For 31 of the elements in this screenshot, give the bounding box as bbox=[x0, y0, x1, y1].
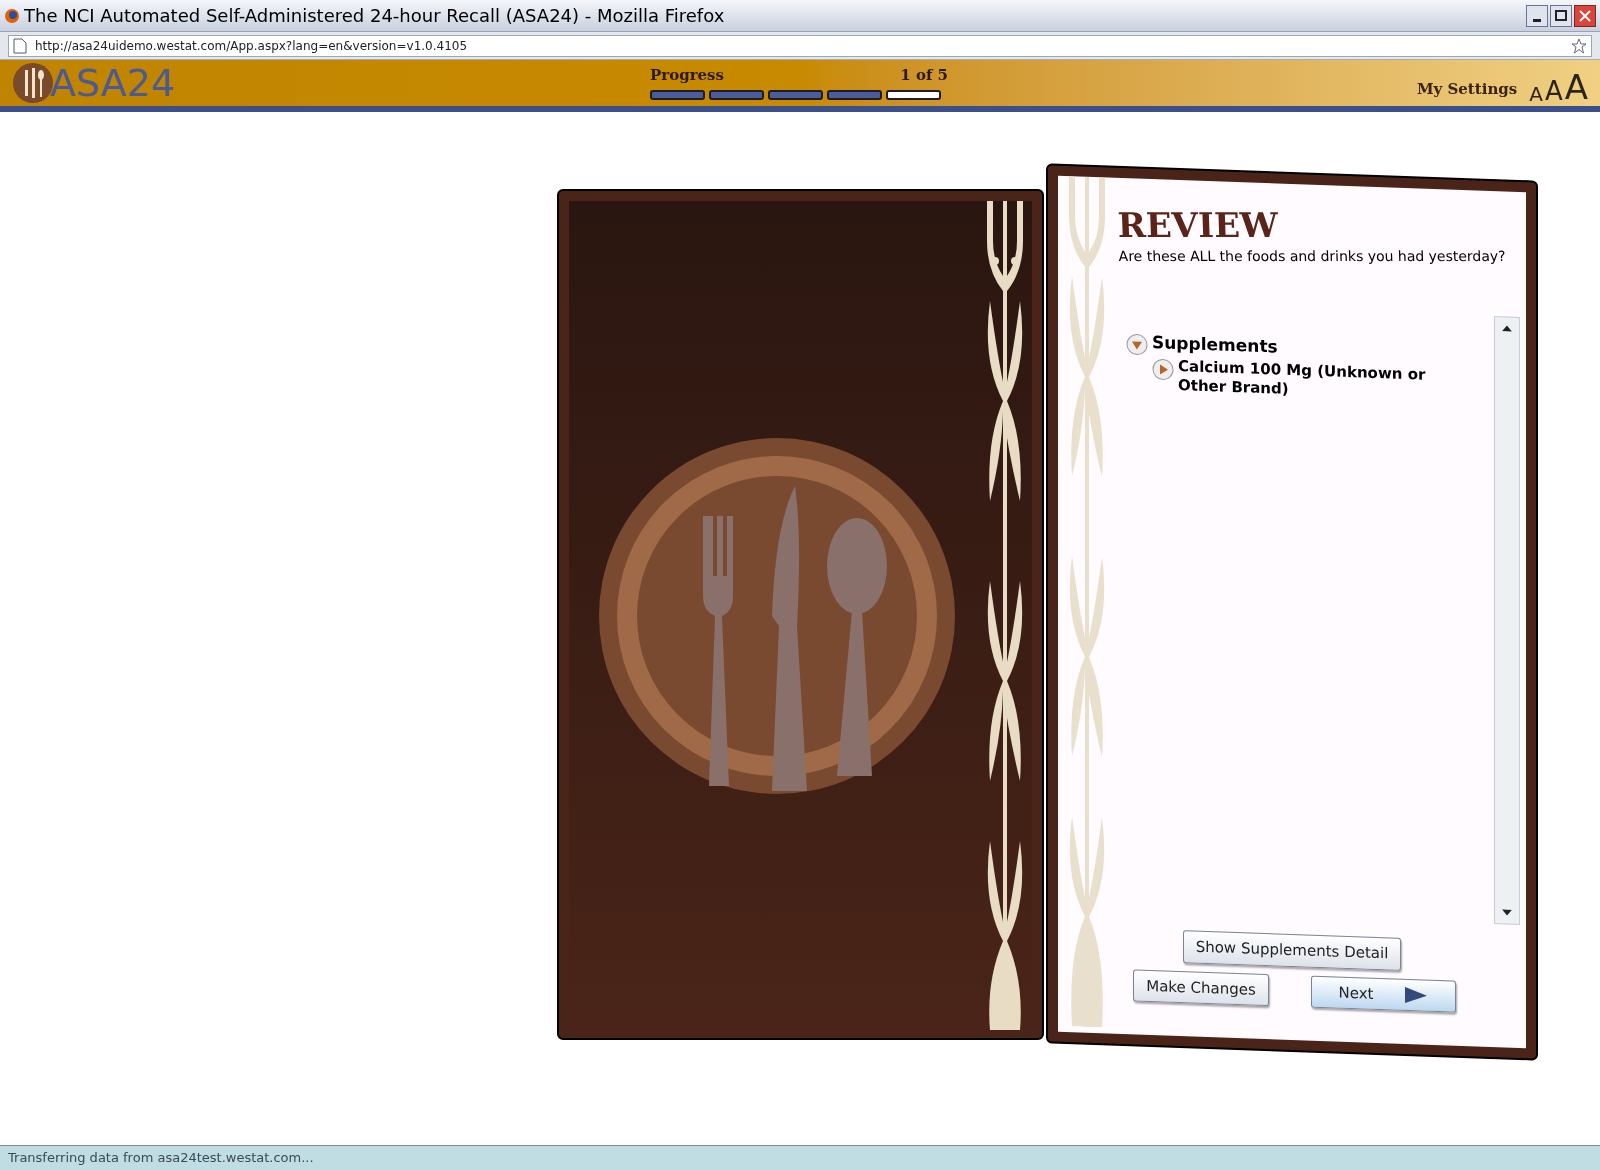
review-question: Are these ALL the foods and drinks you had yesterday? bbox=[1118, 246, 1507, 266]
address-field[interactable]: http://asa24uidemo.westat.com/App.aspx?lang=en&version=v1.0.4105 bbox=[8, 34, 1592, 57]
text-size-button[interactable]: A bbox=[1529, 84, 1543, 104]
progress-label: Progress bbox=[650, 65, 724, 86]
window-title: The NCI Automated Self-Administered 24-hour Recall (ASA24) - Mozilla Firefox bbox=[24, 4, 726, 28]
scrollbar[interactable] bbox=[1494, 316, 1520, 925]
right-arrow-icon bbox=[1405, 986, 1428, 1004]
status-text: Transferring data from asa24test.westat.com... bbox=[8, 1149, 314, 1168]
tree-item-label[interactable]: Supplements bbox=[1152, 332, 1278, 358]
maximize-button[interactable] bbox=[1550, 4, 1572, 27]
settings-link[interactable]: My Settings bbox=[1416, 77, 1518, 101]
logo-text: ASA24 bbox=[50, 64, 176, 102]
tree-item-label[interactable]: Calcium 100 Mg (Unknown or Other Brand) bbox=[1178, 357, 1442, 404]
scroll-down-arrow-icon[interactable] bbox=[1502, 909, 1512, 916]
page-icon bbox=[13, 37, 27, 54]
bookmark-star-icon[interactable] bbox=[1571, 37, 1587, 54]
text-size-button[interactable]: A bbox=[1564, 70, 1588, 104]
browser-logo-icon bbox=[4, 7, 20, 24]
scroll-up-arrow-icon[interactable] bbox=[1502, 325, 1512, 332]
action-button[interactable]: Show Supplements Detail bbox=[1182, 930, 1402, 971]
minimize-button[interactable] bbox=[1526, 4, 1548, 27]
close-button[interactable] bbox=[1574, 4, 1596, 27]
progress-count: 1 of 5 bbox=[900, 65, 948, 86]
action-button[interactable]: Make Changes bbox=[1133, 968, 1269, 1007]
close-icon bbox=[1579, 9, 1591, 22]
maximize-icon bbox=[1555, 10, 1567, 21]
review-title: REVIEW bbox=[1116, 207, 1280, 242]
text-size-button[interactable]: A bbox=[1544, 78, 1563, 104]
next-button[interactable]: Next bbox=[1310, 975, 1456, 1013]
url-text: http://asa24uidemo.westat.com/App.aspx?lang=en&version=v1.0.4105 bbox=[35, 37, 468, 55]
minimize-icon bbox=[1533, 18, 1541, 22]
